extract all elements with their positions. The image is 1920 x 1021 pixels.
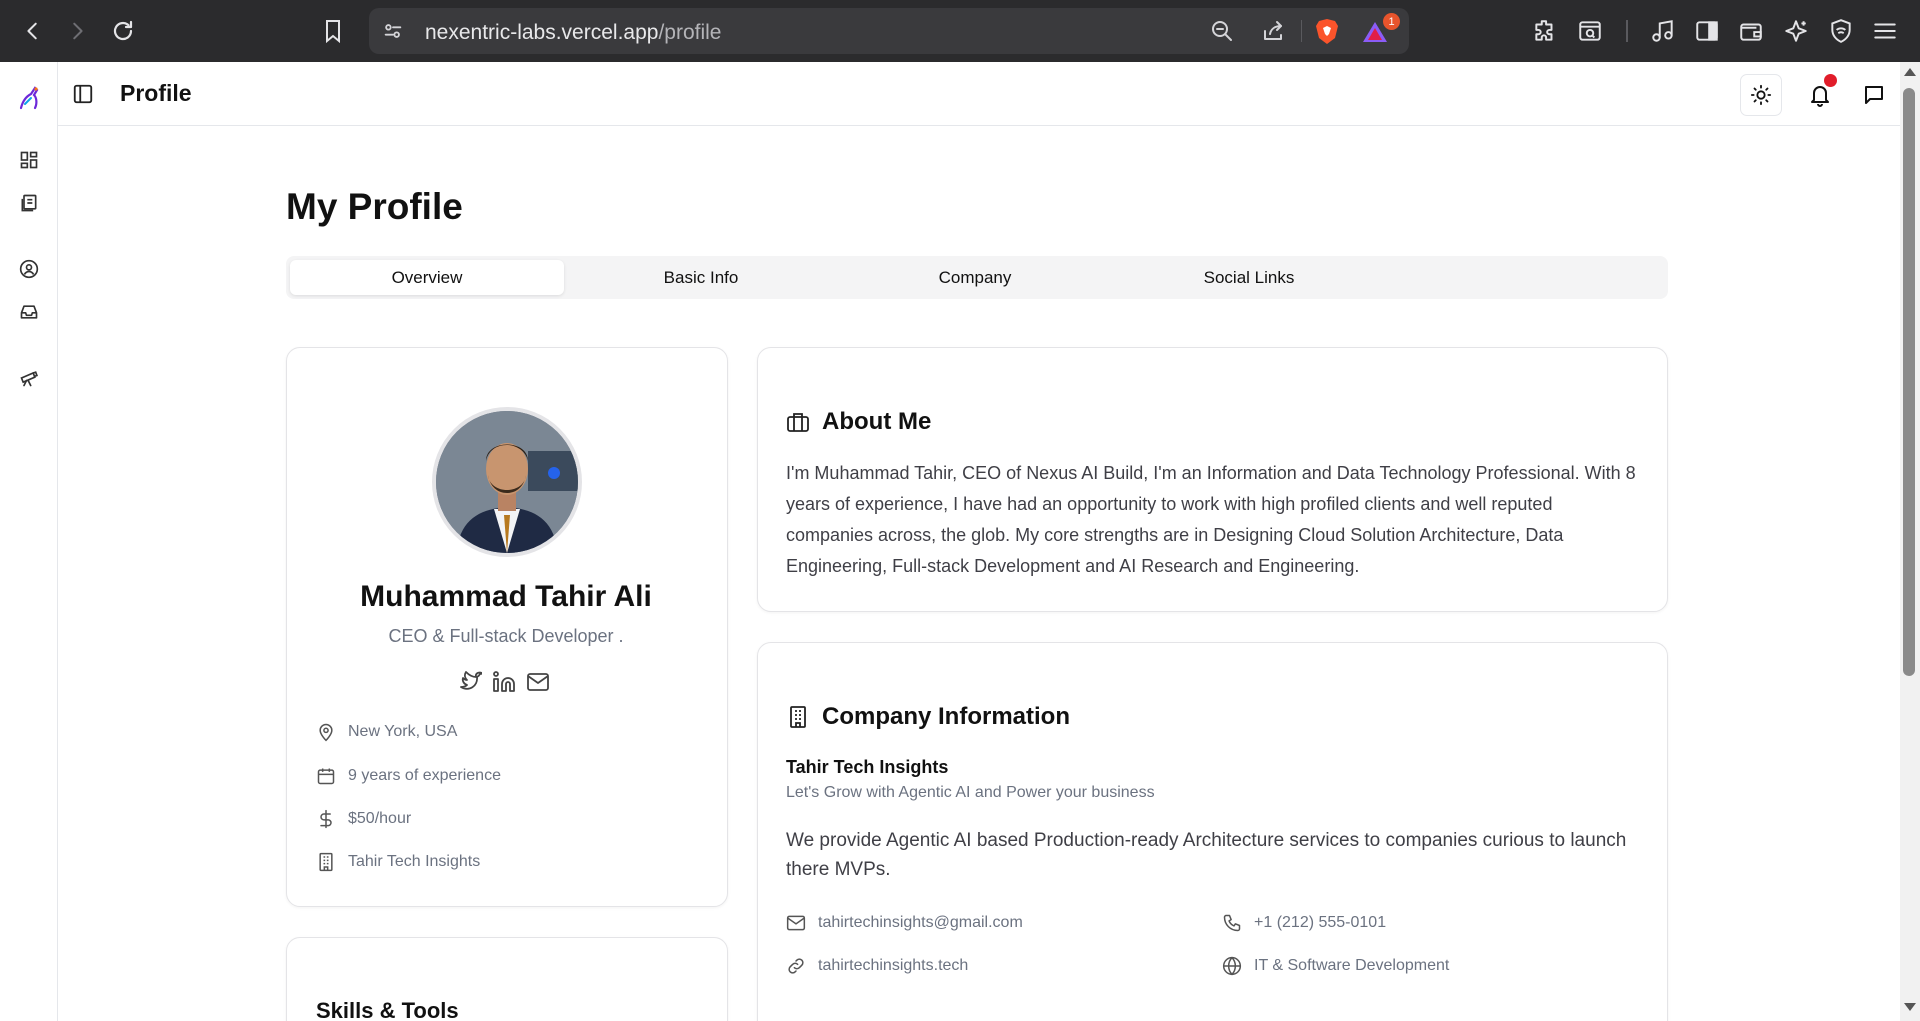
divider	[1301, 20, 1302, 42]
phone-icon	[1223, 914, 1241, 932]
notification-dot	[1824, 74, 1837, 87]
company-website-row: tahirtechinsights.tech	[786, 956, 968, 976]
avatar	[432, 407, 582, 557]
share-icon[interactable]	[1261, 19, 1285, 43]
scroll-up-arrow[interactable]	[1904, 68, 1916, 76]
experience-row: 9 years of experience	[316, 766, 501, 786]
messages-button[interactable]	[1854, 75, 1894, 115]
company-description: We provide Agentic AI based Production-r…	[786, 830, 1627, 880]
company-name: Tahir Tech Insights	[786, 757, 949, 777]
mail-icon[interactable]	[526, 670, 550, 694]
rewards-badge: 1	[1383, 13, 1400, 30]
toolbar-separator	[1626, 20, 1628, 42]
briefcase-icon	[787, 413, 809, 432]
about-text: I'm Muhammad Tahir, CEO of Nexus AI Buil…	[786, 463, 1636, 576]
sidebar-panel-icon[interactable]	[1692, 16, 1722, 46]
profile-tabs: Overview Basic Info Company Social Links	[286, 256, 1668, 299]
dollar-icon	[320, 809, 332, 829]
chat-icon	[1865, 86, 1883, 104]
company-email-row: tahirtechinsights@gmail.com	[786, 913, 1023, 933]
company-website[interactable]: tahirtechinsights.tech	[818, 957, 968, 975]
app-header: Profile	[58, 62, 1900, 126]
linkedin-icon[interactable]	[492, 670, 516, 694]
tab-basic-info[interactable]: Basic Info	[564, 260, 838, 295]
header-title: Profile	[120, 80, 192, 106]
media-music-icon[interactable]	[1648, 16, 1678, 46]
leo-ai-icon[interactable]	[1781, 16, 1811, 46]
wallet-icon[interactable]	[1736, 16, 1766, 46]
building-icon	[319, 852, 333, 872]
dashboard-icon[interactable]	[18, 149, 40, 171]
forward-icon[interactable]	[62, 16, 92, 46]
app-sidebar	[0, 62, 58, 1021]
social-icons	[458, 670, 550, 694]
globe-icon	[1222, 956, 1242, 976]
company-industry-row: IT & Software Development	[1222, 956, 1449, 976]
zoom-out-icon[interactable]	[1210, 19, 1234, 43]
scrollbar-thumb[interactable]	[1903, 88, 1915, 676]
library-icon[interactable]	[18, 192, 40, 214]
company-email[interactable]: tahirtechinsights@gmail.com	[818, 914, 1023, 932]
brave-shields-icon[interactable]	[1313, 17, 1341, 45]
company-industry: IT & Software Development	[1254, 957, 1450, 974]
bookmark-icon[interactable]	[320, 18, 346, 44]
tab-overview[interactable]: Overview	[290, 260, 564, 295]
reload-icon[interactable]	[108, 16, 138, 46]
browser-toolbar: nexentric-labs.vercel.app/profile 1	[0, 0, 1920, 62]
menu-icon[interactable]	[1870, 16, 1900, 46]
url-text: nexentric-labs.vercel.app/profile	[425, 21, 722, 44]
profile-role: CEO & Full-stack Developer .	[388, 626, 624, 646]
user-profile-icon[interactable]	[18, 258, 40, 280]
page-title: My Profile	[286, 186, 463, 227]
map-pin-icon	[319, 723, 333, 742]
link-icon	[788, 958, 804, 974]
company-phone-row: +1 (212) 555-0101	[1222, 913, 1386, 933]
calendar-icon	[317, 768, 335, 785]
extensions-icon[interactable]	[1530, 16, 1560, 46]
sun-icon	[1750, 84, 1772, 106]
back-icon[interactable]	[18, 16, 48, 46]
address-bar[interactable]: nexentric-labs.vercel.app/profile	[369, 8, 1409, 54]
skills-title: Skills & Tools	[316, 998, 459, 1021]
sidebar-toggle-icon[interactable]	[72, 83, 94, 105]
twitter-icon[interactable]	[458, 670, 482, 694]
rate-row: $50/hour	[316, 809, 411, 829]
telescope-icon[interactable]	[18, 367, 40, 389]
tab-social-links[interactable]: Social Links	[1112, 260, 1386, 295]
company-tagline: Let's Grow with Agentic AI and Power you…	[786, 784, 1155, 801]
inbox-icon[interactable]	[18, 301, 40, 323]
site-settings-icon[interactable]	[381, 19, 405, 43]
company-row: Tahir Tech Insights	[316, 852, 480, 872]
tab-company[interactable]: Company	[838, 260, 1112, 295]
theme-toggle-button[interactable]	[1740, 74, 1782, 116]
location-row: New York, USA	[316, 722, 457, 742]
app-logo-icon[interactable]	[15, 84, 43, 112]
about-heading: About Me	[786, 408, 931, 436]
building-icon	[790, 706, 806, 728]
company-heading: Company Information	[786, 703, 1070, 731]
mail-icon	[786, 915, 806, 931]
company-phone[interactable]: +1 (212) 555-0101	[1254, 914, 1386, 932]
reader-mode-icon[interactable]	[1575, 16, 1605, 46]
vpn-shield-icon[interactable]	[1826, 16, 1856, 46]
scroll-down-arrow[interactable]	[1904, 1003, 1916, 1011]
profile-name: Muhammad Tahir Ali	[360, 580, 652, 613]
